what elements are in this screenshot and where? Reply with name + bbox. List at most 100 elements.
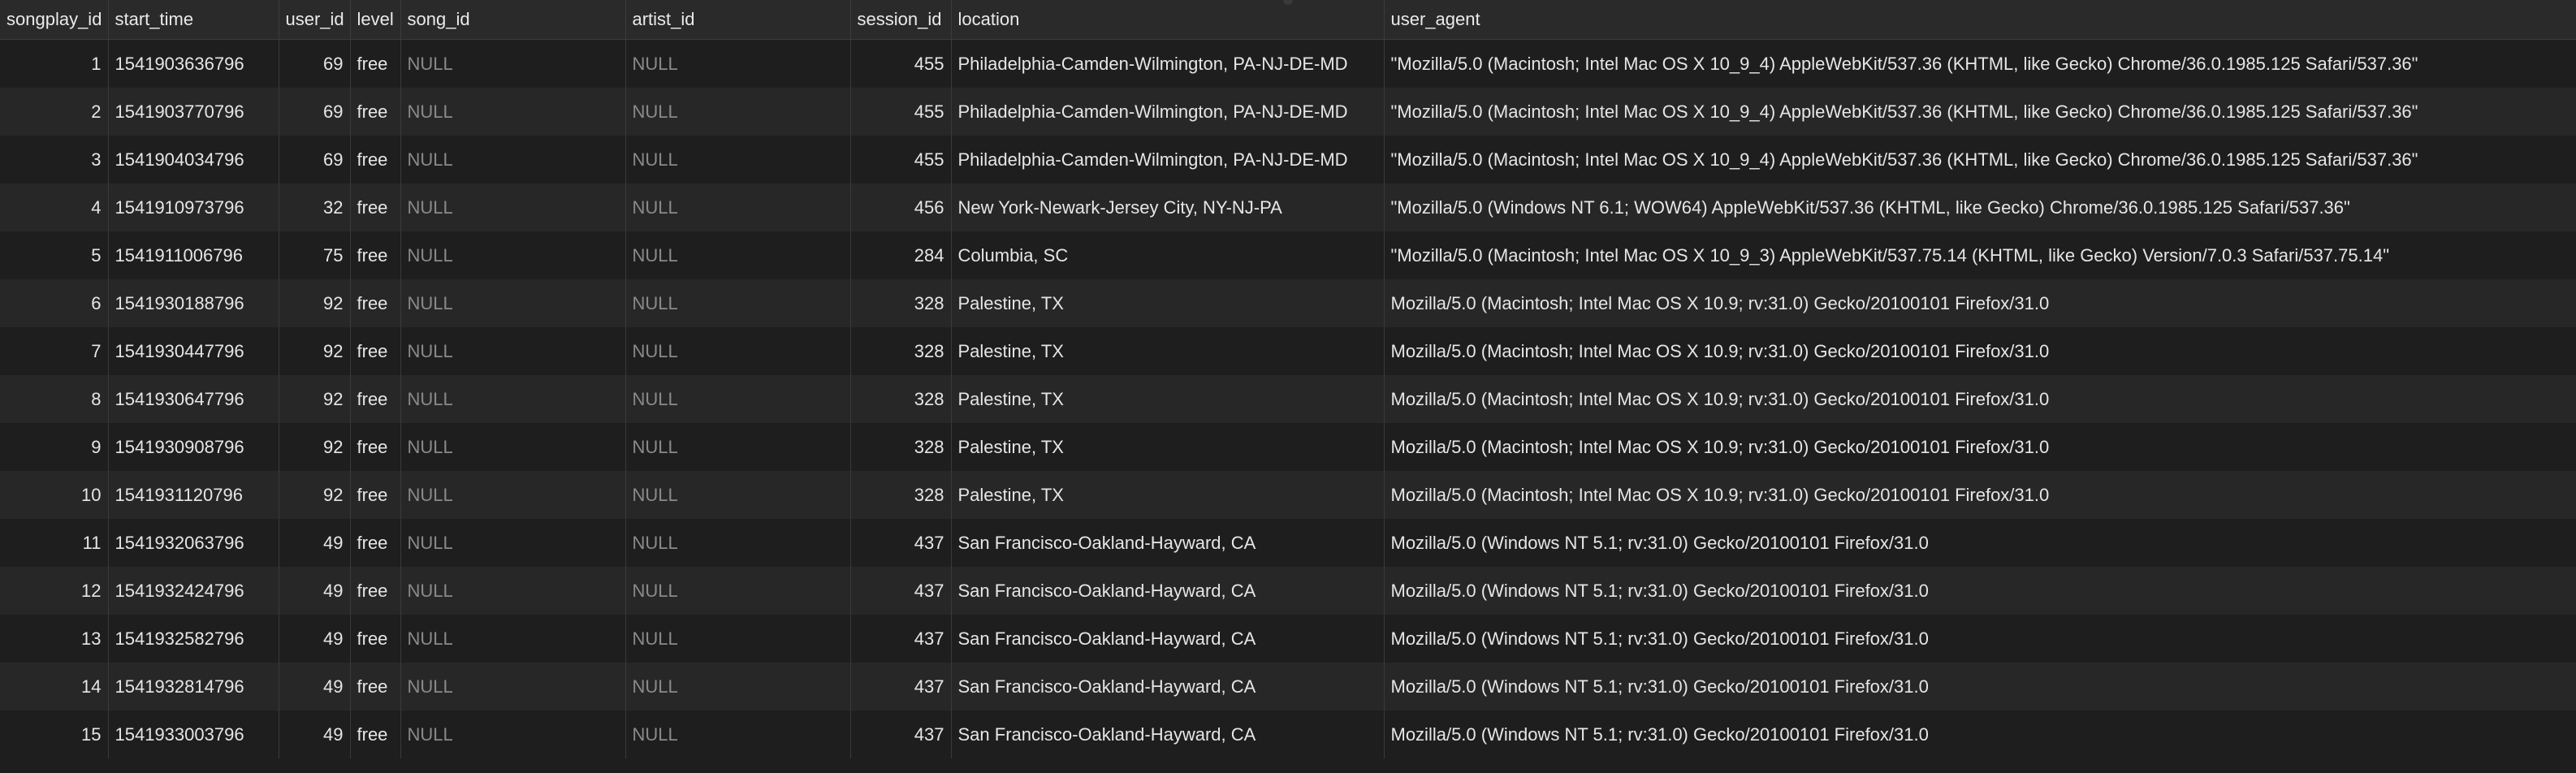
cell-songplay-id[interactable]: 1 [0,39,109,88]
cell-start-time[interactable]: 1541933003796 [108,710,279,758]
column-header-song-id[interactable]: song_id [400,0,626,40]
cell-session-id[interactable]: 455 [850,39,952,88]
cell-location[interactable]: San Francisco-Oakland-Hayward, CA [951,663,1385,710]
cell-session-id[interactable]: 437 [850,615,952,663]
cell-songplay-id[interactable]: 15 [0,710,109,758]
cell-location[interactable]: Philadelphia-Camden-Wilmington, PA-NJ-DE… [951,136,1385,184]
cell-level[interactable]: free [350,279,401,327]
column-header-level[interactable]: level [350,0,401,40]
cell-session-id[interactable]: 328 [850,375,952,423]
cell-user-agent[interactable]: Mozilla/5.0 (Windows NT 5.1; rv:31.0) Ge… [1384,710,2576,758]
cell-start-time[interactable]: 1541910973796 [108,184,279,231]
cell-songplay-id[interactable]: 12 [0,567,109,615]
cell-artist-id[interactable]: NULL [625,88,851,136]
cell-session-id[interactable]: 328 [850,423,952,471]
cell-start-time[interactable]: 1541930908796 [108,423,279,471]
cell-session-id[interactable]: 328 [850,471,952,519]
cell-level[interactable]: free [350,663,401,710]
cell-songplay-id[interactable]: 3 [0,136,109,184]
cell-songplay-id[interactable]: 13 [0,615,109,663]
cell-level[interactable]: free [350,327,401,375]
cell-song-id[interactable]: NULL [400,231,626,279]
cell-artist-id[interactable]: NULL [625,184,851,231]
cell-level[interactable]: free [350,519,401,567]
cell-song-id[interactable]: NULL [400,279,626,327]
cell-user-id[interactable]: 32 [279,184,351,231]
cell-artist-id[interactable]: NULL [625,471,851,519]
cell-song-id[interactable]: NULL [400,710,626,758]
cell-song-id[interactable]: NULL [400,663,626,710]
cell-location[interactable]: San Francisco-Oakland-Hayward, CA [951,567,1385,615]
cell-start-time[interactable]: 1541911006796 [108,231,279,279]
cell-song-id[interactable]: NULL [400,39,626,88]
table-row[interactable]: 14 1541932814796 49 free NULL NULL 437 S… [0,663,2576,710]
cell-level[interactable]: free [350,423,401,471]
cell-user-id[interactable]: 69 [279,39,351,88]
cell-session-id[interactable]: 437 [850,710,952,758]
cell-user-id[interactable]: 92 [279,423,351,471]
cell-songplay-id[interactable]: 9 [0,423,109,471]
cell-user-agent[interactable]: Mozilla/5.0 (Macintosh; Intel Mac OS X 1… [1384,279,2576,327]
cell-start-time[interactable]: 1541932814796 [108,663,279,710]
cell-song-id[interactable]: NULL [400,423,626,471]
cell-start-time[interactable]: 1541932063796 [108,519,279,567]
cell-user-id[interactable]: 49 [279,567,351,615]
cell-song-id[interactable]: NULL [400,327,626,375]
cell-start-time[interactable]: 1541930188796 [108,279,279,327]
cell-artist-id[interactable]: NULL [625,231,851,279]
cell-artist-id[interactable]: NULL [625,136,851,184]
table-row[interactable]: 15 1541933003796 49 free NULL NULL 437 S… [0,710,2576,758]
cell-user-id[interactable]: 75 [279,231,351,279]
cell-location[interactable]: Palestine, TX [951,423,1385,471]
cell-song-id[interactable]: NULL [400,615,626,663]
cell-artist-id[interactable]: NULL [625,375,851,423]
cell-level[interactable]: free [350,88,401,136]
cell-song-id[interactable]: NULL [400,136,626,184]
cell-user-id[interactable]: 92 [279,327,351,375]
cell-user-id[interactable]: 69 [279,88,351,136]
cell-location[interactable]: Palestine, TX [951,279,1385,327]
table-row[interactable]: 9 1541930908796 92 free NULL NULL 328 Pa… [0,423,2576,471]
column-header-user-agent[interactable]: user_agent [1384,0,2576,40]
cell-artist-id[interactable]: NULL [625,423,851,471]
cell-user-agent[interactable]: Mozilla/5.0 (Windows NT 5.1; rv:31.0) Ge… [1384,663,2576,710]
cell-user-agent[interactable]: Mozilla/5.0 (Macintosh; Intel Mac OS X 1… [1384,327,2576,375]
cell-song-id[interactable]: NULL [400,519,626,567]
table-row[interactable]: 4 1541910973796 32 free NULL NULL 456 Ne… [0,184,2576,231]
cell-session-id[interactable]: 437 [850,567,952,615]
cell-session-id[interactable]: 328 [850,279,952,327]
cell-song-id[interactable]: NULL [400,567,626,615]
cell-location[interactable]: Philadelphia-Camden-Wilmington, PA-NJ-DE… [951,88,1385,136]
cell-user-id[interactable]: 49 [279,519,351,567]
table-row[interactable]: 1 1541903636796 69 free NULL NULL 455 Ph… [0,39,2576,88]
cell-songplay-id[interactable]: 14 [0,663,109,710]
cell-user-id[interactable]: 49 [279,663,351,710]
cell-songplay-id[interactable]: 7 [0,327,109,375]
cell-user-agent[interactable]: "Mozilla/5.0 (Macintosh; Intel Mac OS X … [1384,39,2576,88]
column-header-session-id[interactable]: session_id [850,0,952,40]
cell-songplay-id[interactable]: 2 [0,88,109,136]
cell-user-id[interactable]: 92 [279,375,351,423]
cell-level[interactable]: free [350,184,401,231]
cell-session-id[interactable]: 437 [850,663,952,710]
cell-location[interactable]: Columbia, SC [951,231,1385,279]
cell-user-agent[interactable]: Mozilla/5.0 (Windows NT 5.1; rv:31.0) Ge… [1384,615,2576,663]
cell-level[interactable]: free [350,471,401,519]
cell-songplay-id[interactable]: 4 [0,184,109,231]
cell-songplay-id[interactable]: 11 [0,519,109,567]
table-row[interactable]: 10 1541931120796 92 free NULL NULL 328 P… [0,471,2576,519]
cell-level[interactable]: free [350,615,401,663]
cell-user-id[interactable]: 49 [279,710,351,758]
cell-songplay-id[interactable]: 10 [0,471,109,519]
cell-location[interactable]: San Francisco-Oakland-Hayward, CA [951,519,1385,567]
column-header-location[interactable]: location [951,0,1385,40]
cell-session-id[interactable]: 437 [850,519,952,567]
cell-artist-id[interactable]: NULL [625,39,851,88]
cell-location[interactable]: Palestine, TX [951,375,1385,423]
cell-start-time[interactable]: 1541904034796 [108,136,279,184]
table-row[interactable]: 2 1541903770796 69 free NULL NULL 455 Ph… [0,88,2576,136]
table-row[interactable]: 5 1541911006796 75 free NULL NULL 284 Co… [0,231,2576,279]
column-header-songplay-id[interactable]: songplay_id [0,0,109,40]
cell-location[interactable]: Palestine, TX [951,327,1385,375]
cell-level[interactable]: free [350,136,401,184]
